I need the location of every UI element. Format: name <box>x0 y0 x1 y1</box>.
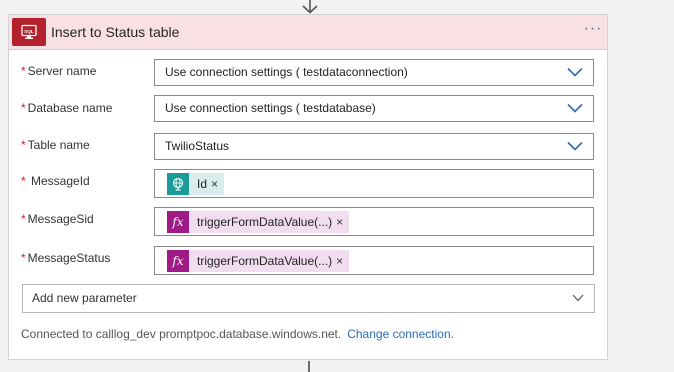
change-connection-link[interactable]: Change connection. <box>347 327 454 341</box>
chevron-down-icon <box>567 67 583 77</box>
flow-canvas: SQL Insert to Status table ··· * Server n… <box>0 0 674 372</box>
required-asterisk: * <box>21 138 26 152</box>
globe-request-icon <box>167 173 189 195</box>
action-card: SQL Insert to Status table ··· * Server n… <box>8 14 608 360</box>
sql-server-icon: SQL <box>12 18 46 46</box>
expression-token[interactable]: fx triggerFormDataValue(...) × <box>167 250 350 272</box>
table-name-label: * Table name <box>21 138 90 152</box>
remove-token-icon[interactable]: × <box>336 215 349 229</box>
token-label: Id <box>197 177 208 191</box>
required-asterisk: * <box>21 101 26 115</box>
token-label: triggerFormDataValue(...) <box>197 254 333 268</box>
fx-icon: fx <box>167 250 189 272</box>
remove-token-icon[interactable]: × <box>211 177 224 191</box>
ellipsis-icon[interactable]: ··· <box>583 21 603 41</box>
required-asterisk: * <box>21 251 26 265</box>
fx-icon: fx <box>167 211 189 233</box>
message-id-label: * MessageId <box>21 174 90 188</box>
database-name-dropdown[interactable]: Use connection settings ( testdatabase) <box>154 95 594 122</box>
flow-connector-line <box>308 361 310 372</box>
message-id-input[interactable]: Id × <box>154 169 594 198</box>
connection-status-text: Connected to calllog_dev promptpoc.datab… <box>21 327 342 341</box>
server-name-dropdown[interactable]: Use connection settings ( testdataconnec… <box>154 59 594 86</box>
database-name-label: * Database name <box>21 101 113 115</box>
table-name-value: TwilioStatus <box>165 139 230 153</box>
server-name-label: * Server name <box>21 64 97 78</box>
action-card-header[interactable]: SQL Insert to Status table ··· <box>9 15 607 50</box>
remove-token-icon[interactable]: × <box>336 254 349 268</box>
server-name-value: Use connection settings ( testdataconnec… <box>165 65 408 79</box>
dynamic-content-token[interactable]: Id × <box>167 173 225 195</box>
flow-arrow-icon <box>302 0 318 14</box>
required-asterisk: * <box>21 212 26 226</box>
message-sid-input[interactable]: fx triggerFormDataValue(...) × <box>154 207 594 236</box>
add-new-parameter-label: Add new parameter <box>32 291 137 305</box>
add-new-parameter-dropdown[interactable]: Add new parameter <box>22 284 595 313</box>
action-title: Insert to Status table <box>51 24 180 40</box>
expression-token[interactable]: fx triggerFormDataValue(...) × <box>167 211 350 233</box>
token-label: triggerFormDataValue(...) <box>197 215 333 229</box>
table-name-dropdown[interactable]: TwilioStatus <box>154 133 594 160</box>
chevron-down-icon <box>567 103 583 113</box>
required-asterisk: * <box>21 174 26 188</box>
message-status-label: * MessageStatus <box>21 251 111 265</box>
message-status-input[interactable]: fx triggerFormDataValue(...) × <box>154 246 594 275</box>
svg-text:SQL: SQL <box>24 29 34 34</box>
database-name-value: Use connection settings ( testdatabase) <box>165 101 376 115</box>
chevron-down-icon <box>572 294 584 302</box>
chevron-down-icon <box>567 141 583 151</box>
required-asterisk: * <box>21 64 26 78</box>
connection-info: Connected to calllog_dev promptpoc.datab… <box>21 327 454 341</box>
message-sid-label: * MessageSid <box>21 212 94 226</box>
